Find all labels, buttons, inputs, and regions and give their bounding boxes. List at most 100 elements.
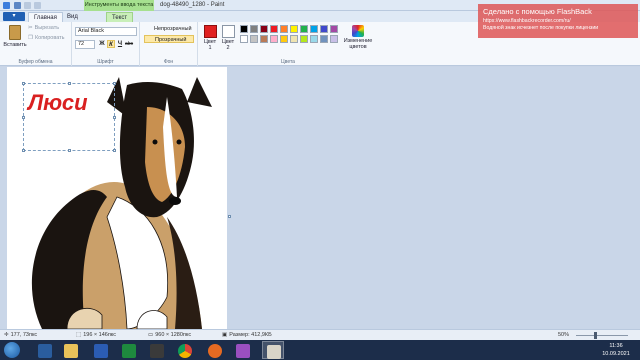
tab-text[interactable]: Текст	[106, 12, 134, 22]
canvas-resize-handle[interactable]	[228, 215, 231, 218]
canvas-text[interactable]: Люси	[28, 90, 88, 116]
zoom-slider[interactable]	[576, 335, 628, 336]
resize-handle-bm[interactable]	[68, 149, 71, 152]
font-size-select[interactable]: 72	[75, 40, 95, 49]
folder-icon	[64, 344, 78, 358]
palette-swatch[interactable]	[240, 25, 248, 33]
resize-handle-ml[interactable]	[22, 116, 25, 119]
paste-label: Вставить	[3, 42, 27, 48]
cut-label: Вырезать	[34, 25, 60, 31]
palette-swatch[interactable]	[250, 35, 258, 43]
taskbar-explorer[interactable]	[34, 341, 56, 359]
paint-icon	[267, 345, 281, 359]
tab-view[interactable]: Вид	[62, 12, 83, 22]
chrome-icon	[178, 344, 192, 358]
taskbar-paint[interactable]	[262, 341, 284, 359]
resize-handle-tl[interactable]	[22, 82, 25, 85]
palette-swatch[interactable]	[300, 25, 308, 33]
system-clock[interactable]: 11:36 10.09.2021	[598, 342, 634, 358]
resize-handle-mr[interactable]	[113, 116, 116, 119]
start-button[interactable]	[4, 342, 20, 358]
watermark-url: https://www.flashbackrecorder.com/ru/	[483, 18, 571, 24]
palette-swatch[interactable]	[240, 35, 248, 43]
palette-swatch[interactable]	[330, 35, 338, 43]
font-group: Arial Black 72 Ж К Ч abc Шрифт	[72, 22, 140, 66]
copy-icon: ❐	[28, 35, 33, 41]
text-selection-box[interactable]: Люси	[22, 82, 116, 152]
taskbar-chrome[interactable]	[174, 341, 196, 359]
font-group-label: Шрифт	[97, 59, 114, 65]
palette-swatch[interactable]	[250, 25, 258, 33]
status-bar: ✛ 177, 73пкс ⬚ 196 × 146пкс ▭ 960 × 1280…	[0, 329, 640, 340]
workspace: Люси	[0, 67, 640, 329]
opaque-option[interactable]: Непрозрачный	[144, 25, 194, 33]
bold-button[interactable]: Ж	[98, 40, 106, 48]
color1-label: Цвет 1	[203, 39, 217, 51]
scissors-icon: ✂	[28, 25, 33, 31]
palette-swatch[interactable]	[260, 25, 268, 33]
taskbar-excel[interactable]	[118, 341, 140, 359]
taskbar-app-2[interactable]	[232, 341, 254, 359]
palette-swatch[interactable]	[260, 35, 268, 43]
background-group-label: Фон	[163, 59, 174, 65]
explorer-icon	[38, 344, 52, 358]
save-icon[interactable]	[14, 2, 21, 9]
clipboard-icon	[9, 25, 21, 40]
taskbar: 11:36 10.09.2021	[0, 340, 640, 360]
word-icon	[94, 344, 108, 358]
palette-swatch[interactable]	[300, 35, 308, 43]
paste-button[interactable]: Вставить	[3, 25, 27, 48]
palette-swatch[interactable]	[310, 25, 318, 33]
palette-swatch[interactable]	[290, 35, 298, 43]
resize-handle-tr[interactable]	[113, 82, 116, 85]
resize-handle-bl[interactable]	[22, 149, 25, 152]
firefox-icon	[208, 344, 222, 358]
app-icon	[150, 344, 164, 358]
context-tab-title: Инструменты ввода текста	[84, 0, 154, 11]
copy-label: Копировать	[34, 35, 65, 41]
taskbar-app[interactable]	[146, 341, 168, 359]
palette-swatch[interactable]	[290, 25, 298, 33]
background-group: Непрозрачный Прозрачный Фон	[140, 22, 198, 66]
resize-handle-br[interactable]	[113, 149, 116, 152]
taskbar-folder[interactable]	[60, 341, 82, 359]
palette-swatch[interactable]	[280, 25, 288, 33]
copy-button[interactable]: ❐ Копировать	[28, 35, 65, 41]
undo-icon[interactable]	[24, 2, 31, 9]
app-2-icon	[236, 344, 250, 358]
palette-swatch[interactable]	[280, 35, 288, 43]
colors-group-label: Цвета	[281, 59, 295, 65]
color1-button[interactable]: Цвет 1	[202, 25, 218, 51]
font-family-select[interactable]: Arial Black	[75, 27, 137, 36]
edit-colors-label: Изменение цветов	[343, 38, 373, 50]
edit-colors-button[interactable]: Изменение цветов	[340, 25, 376, 50]
strikethrough-button[interactable]: abc	[125, 40, 133, 48]
underline-button[interactable]: Ч	[116, 40, 124, 48]
excel-icon	[122, 344, 136, 358]
colors-group: Цвет 1 Цвет 2 Изменение цветов Цвета	[198, 22, 378, 66]
taskbar-firefox[interactable]	[204, 341, 226, 359]
color2-label: Цвет 2	[221, 39, 235, 51]
palette-swatch[interactable]	[320, 35, 328, 43]
italic-button[interactable]: К	[107, 40, 115, 48]
taskbar-word[interactable]	[90, 341, 112, 359]
palette-swatch[interactable]	[270, 35, 278, 43]
resize-handle-tm[interactable]	[68, 82, 71, 85]
tab-home[interactable]: Главная	[28, 12, 63, 22]
color-wheel-icon	[352, 25, 364, 37]
paint-app-icon	[3, 2, 10, 9]
zoom-slider-thumb[interactable]	[594, 332, 597, 339]
palette-swatch[interactable]	[310, 35, 318, 43]
transparent-option[interactable]: Прозрачный	[144, 35, 194, 43]
file-menu-button[interactable]: ▾	[3, 12, 25, 21]
cut-button[interactable]: ✂ Вырезать	[28, 25, 59, 31]
flashback-watermark: Сделано с помощью FlashBack https://www.…	[478, 4, 638, 38]
color2-button[interactable]: Цвет 2	[220, 25, 236, 51]
clipboard-group: Вставить ✂ Вырезать ❐ Копировать Буфер о…	[0, 22, 72, 66]
palette-swatch[interactable]	[320, 25, 328, 33]
drawing-canvas[interactable]: Люси	[7, 67, 227, 329]
palette-swatch[interactable]	[330, 25, 338, 33]
color2-swatch	[221, 25, 235, 38]
redo-icon[interactable]	[34, 2, 41, 9]
palette-swatch[interactable]	[270, 25, 278, 33]
